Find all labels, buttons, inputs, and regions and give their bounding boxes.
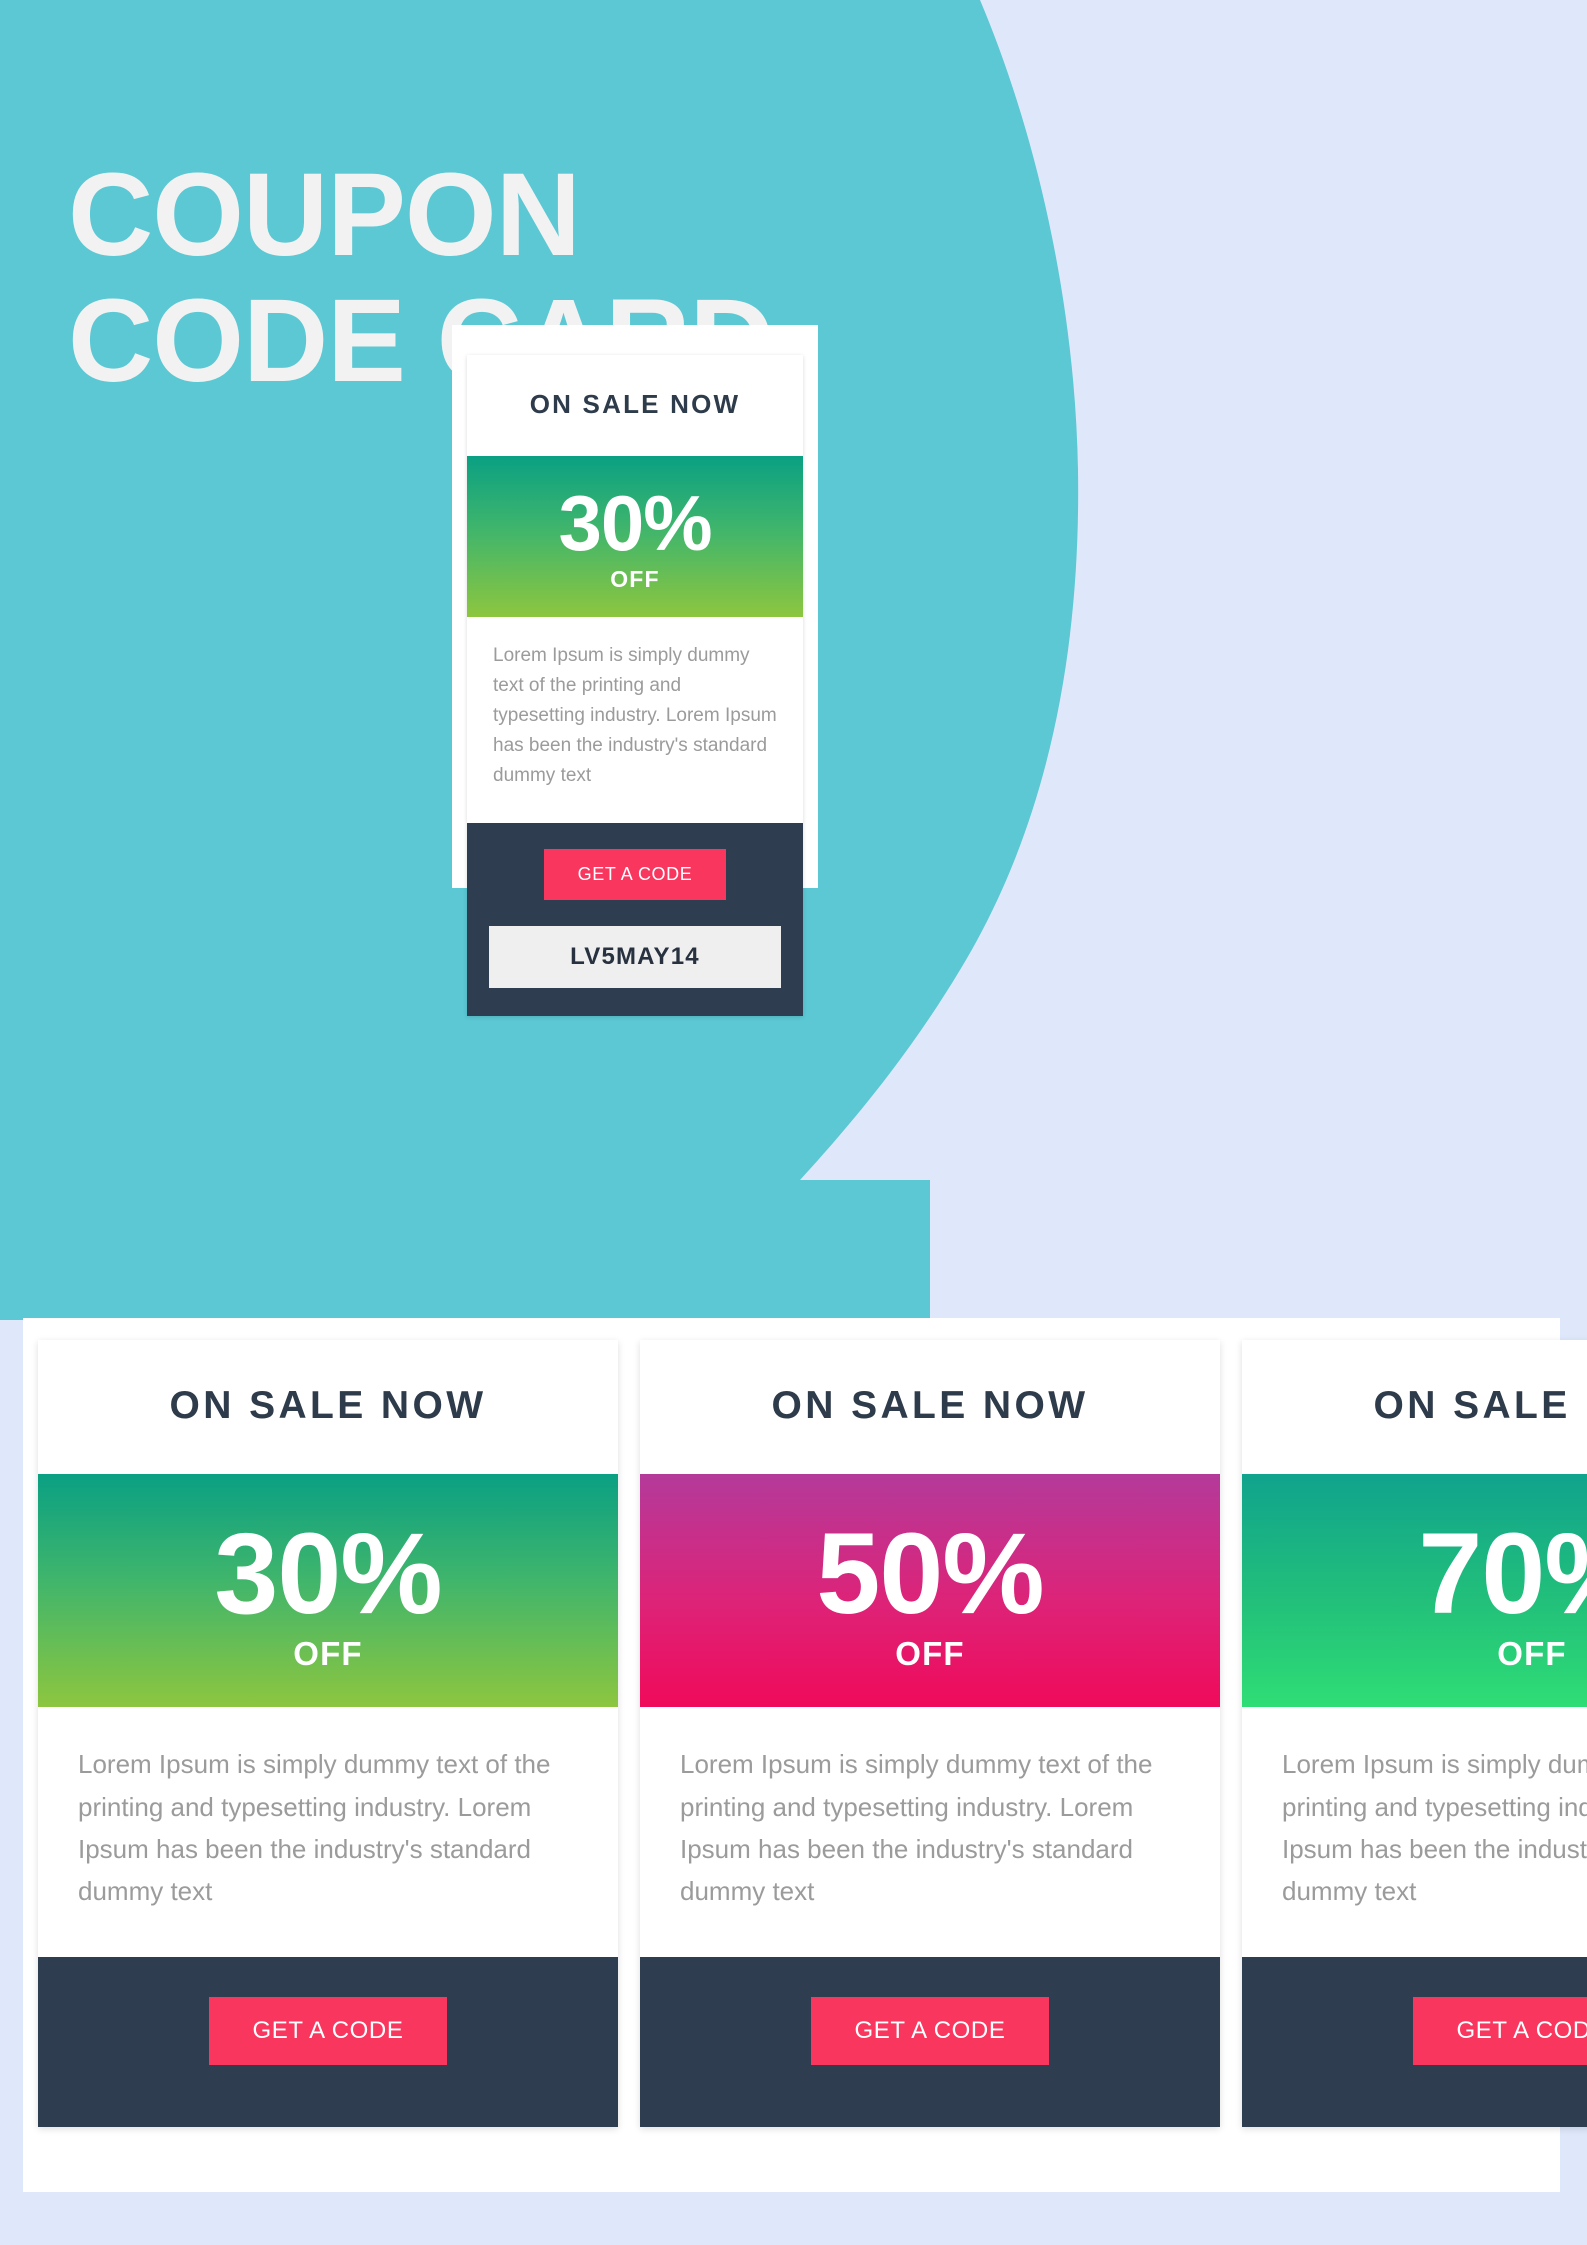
discount-banner: 50% OFF — [640, 1474, 1220, 1708]
discount-off-label: OFF — [1497, 1635, 1567, 1673]
card-heading: ON SALE NOW — [169, 1384, 487, 1427]
card-footer: GET A CODE — [1242, 1956, 1587, 2127]
card-heading: ON SALE NOW — [771, 1384, 1089, 1427]
card-footer: GET A CODE LV5MAY14 — [467, 823, 803, 1017]
card-footer: GET A CODE — [640, 1956, 1220, 2127]
card-header: ON SALE NOW — [1242, 1340, 1587, 1474]
card-header: ON SALE NOW — [38, 1340, 618, 1474]
card-description: Lorem Ipsum is simply dummy text of the … — [1282, 1749, 1587, 1907]
discount-off-label: OFF — [895, 1635, 965, 1673]
discount-percent: 30% — [558, 479, 712, 567]
discount-banner: 70% OFF — [1242, 1474, 1587, 1708]
coupon-card-3: ON SALE NOW 70% OFF Lorem Ipsum is simpl… — [1242, 1340, 1587, 2127]
card-heading: ON SALE NOW — [1373, 1384, 1587, 1427]
card-heading: ON SALE NOW — [529, 389, 741, 419]
coupon-card-2: ON SALE NOW 50% OFF Lorem Ipsum is simpl… — [640, 1340, 1220, 2127]
coupon-card-grid: ON SALE NOW 30% OFF Lorem Ipsum is simpl… — [38, 1340, 1587, 2127]
card-description: Lorem Ipsum is simply dummy text of the … — [493, 645, 777, 787]
card-description: Lorem Ipsum is simply dummy text of the … — [78, 1749, 551, 1907]
get-a-code-button[interactable]: GET A CODE — [810, 1996, 1050, 2065]
card-body: Lorem Ipsum is simply dummy text of the … — [467, 617, 803, 824]
get-a-code-button[interactable]: GET A CODE — [208, 1996, 448, 2065]
card-body: Lorem Ipsum is simply dummy text of the … — [1242, 1707, 1587, 1957]
discount-off-label: OFF — [610, 566, 660, 593]
featured-coupon-card: ON SALE NOW 30% OFF Lorem Ipsum is simpl… — [467, 355, 803, 1017]
card-description: Lorem Ipsum is simply dummy text of the … — [680, 1749, 1153, 1907]
discount-off-label: OFF — [293, 1635, 363, 1673]
discount-percent: 50% — [816, 1510, 1044, 1638]
card-body: Lorem Ipsum is simply dummy text of the … — [640, 1707, 1220, 1957]
get-a-code-button[interactable]: GET A CODE — [1412, 1996, 1587, 2065]
coupon-card-1: ON SALE NOW 30% OFF Lorem Ipsum is simpl… — [38, 1340, 618, 2127]
card-footer: GET A CODE — [38, 1956, 618, 2127]
coupon-code-field[interactable]: LV5MAY14 — [489, 926, 781, 989]
card-header: ON SALE NOW — [640, 1340, 1220, 1474]
card-body: Lorem Ipsum is simply dummy text of the … — [38, 1707, 618, 1957]
discount-banner: 30% OFF — [38, 1474, 618, 1708]
get-a-code-button[interactable]: GET A CODE — [543, 849, 727, 901]
discount-percent: 70% — [1418, 1510, 1587, 1638]
featured-card-frame: ON SALE NOW 30% OFF Lorem Ipsum is simpl… — [452, 325, 818, 1017]
discount-percent: 30% — [214, 1510, 442, 1638]
card-header: ON SALE NOW — [467, 355, 803, 456]
discount-banner: 30% OFF — [467, 456, 803, 618]
